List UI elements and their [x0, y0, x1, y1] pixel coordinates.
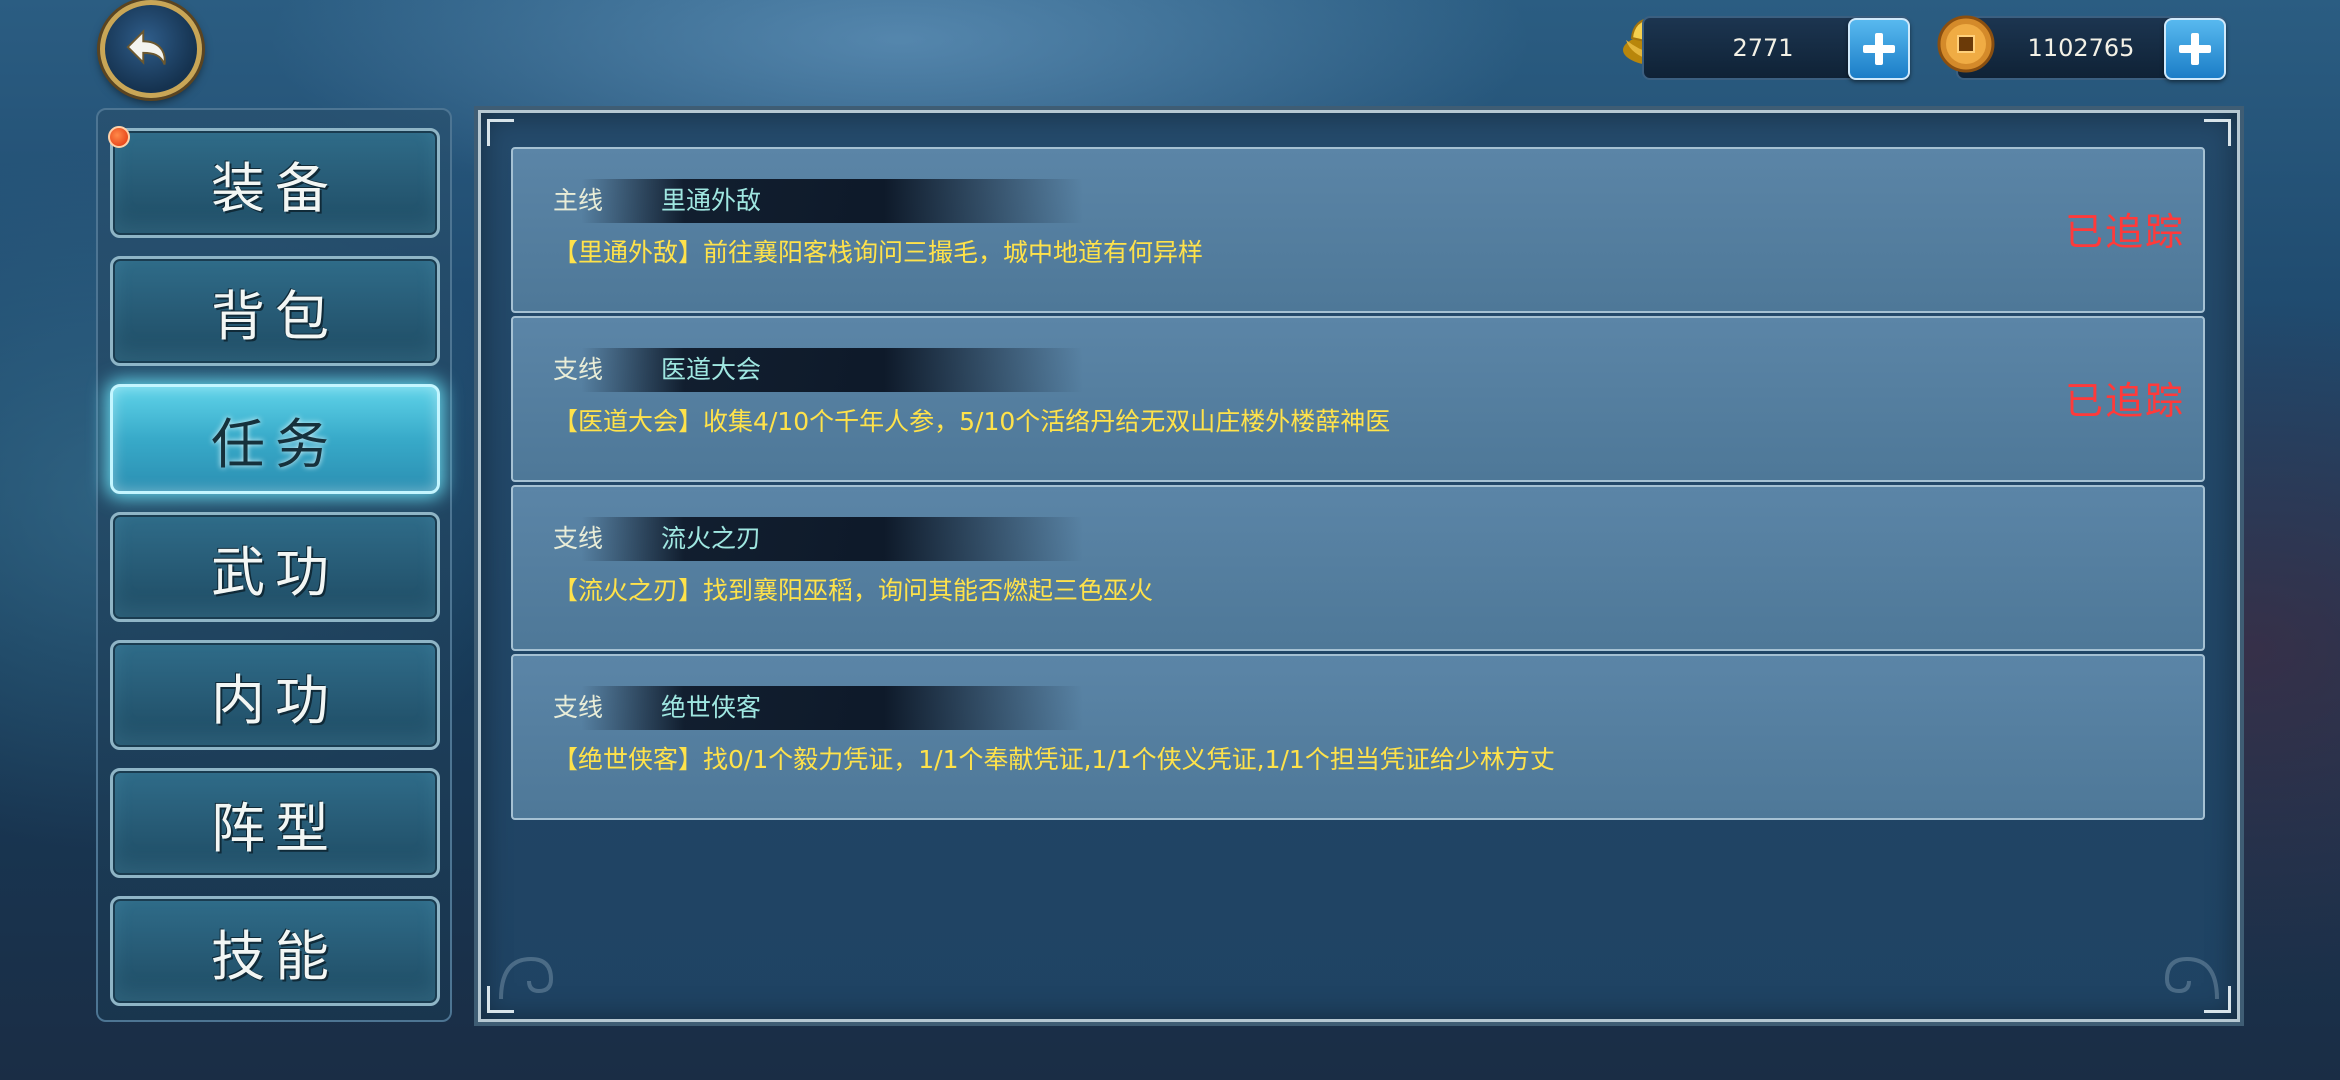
quest-row[interactable]: 主线 里通外敌 【里通外敌】前往襄阳客栈询问三撮毛，城中地道有何异样 已追踪 [511, 147, 2205, 313]
plus-icon [1863, 33, 1895, 65]
quest-name: 绝世侠客 [661, 693, 762, 722]
quest-description: 【绝世侠客】找0/1个毅力凭证，1/1个奉献凭证,1/1个侠义凭证,1/1个担当… [553, 745, 1555, 774]
tab-equipment[interactable]: 装备 [110, 128, 440, 238]
add-gold-button[interactable] [1848, 18, 1910, 80]
tab-label: 装备 [211, 156, 339, 220]
tracked-status[interactable]: 已追踪 [2065, 370, 2185, 425]
quest-panel: 主线 里通外敌 【里通外敌】前往襄阳客栈询问三撮毛，城中地道有何异样 已追踪 支… [478, 110, 2240, 1022]
quest-description: 【里通外敌】前往襄阳客栈询问三撮毛，城中地道有何异样 [553, 238, 1204, 267]
tab-label: 武功 [211, 540, 339, 604]
quest-type: 支线 [553, 693, 604, 722]
back-arrow-icon [126, 29, 166, 65]
copper-coin-icon [1937, 15, 1995, 73]
quest-type: 支线 [553, 355, 604, 384]
tab-label: 阵型 [211, 796, 339, 860]
tab-skills[interactable]: 技能 [110, 896, 440, 1006]
quest-description: 【医道大会】收集4/10个千年人参，5/10个活络丹给无双山庄楼外楼薛神医 [553, 407, 1391, 436]
plus-icon [2179, 33, 2211, 65]
cloud-pattern-icon [499, 956, 554, 1000]
quest-type: 主线 [553, 186, 604, 215]
tab-label: 内功 [211, 668, 339, 732]
notification-dot [108, 126, 130, 148]
tab-label: 背包 [211, 284, 339, 348]
quest-name: 医道大会 [661, 355, 762, 384]
tracked-status[interactable]: 已追踪 [2065, 201, 2185, 256]
tab-quests[interactable]: 任务 [110, 384, 440, 494]
tab-inner-skill[interactable]: 内功 [110, 640, 440, 750]
tab-backpack[interactable]: 背包 [110, 256, 440, 366]
copper-coin-value: 1102765 [2027, 34, 2135, 62]
quest-row[interactable]: 支线 绝世侠客 【绝世侠客】找0/1个毅力凭证，1/1个奉献凭证,1/1个侠义凭… [511, 654, 2205, 820]
quest-type: 支线 [553, 524, 604, 553]
copper-coin-counter: 1102765 [1956, 16, 2226, 80]
gold-ingot-counter: 2771 [1642, 16, 1910, 80]
back-button[interactable] [100, 0, 202, 98]
corner-ornament [487, 119, 514, 146]
tab-label: 技能 [211, 924, 339, 988]
add-coin-button[interactable] [2164, 18, 2226, 80]
corner-ornament [2204, 119, 2231, 146]
quest-name: 流火之刃 [661, 524, 762, 553]
tab-martial-arts[interactable]: 武功 [110, 512, 440, 622]
tab-formation[interactable]: 阵型 [110, 768, 440, 878]
cloud-pattern-icon [2164, 956, 2219, 1000]
quest-name: 里通外敌 [661, 186, 762, 215]
quest-row[interactable]: 支线 流火之刃 【流火之刃】找到襄阳巫稻，询问其能否燃起三色巫火 [511, 485, 2205, 651]
tab-label: 任务 [211, 412, 339, 476]
gold-ingot-value: 2771 [1732, 34, 1794, 62]
quest-row[interactable]: 支线 医道大会 【医道大会】收集4/10个千年人参，5/10个活络丹给无双山庄楼… [511, 316, 2205, 482]
quest-description: 【流火之刃】找到襄阳巫稻，询问其能否燃起三色巫火 [553, 576, 1154, 605]
